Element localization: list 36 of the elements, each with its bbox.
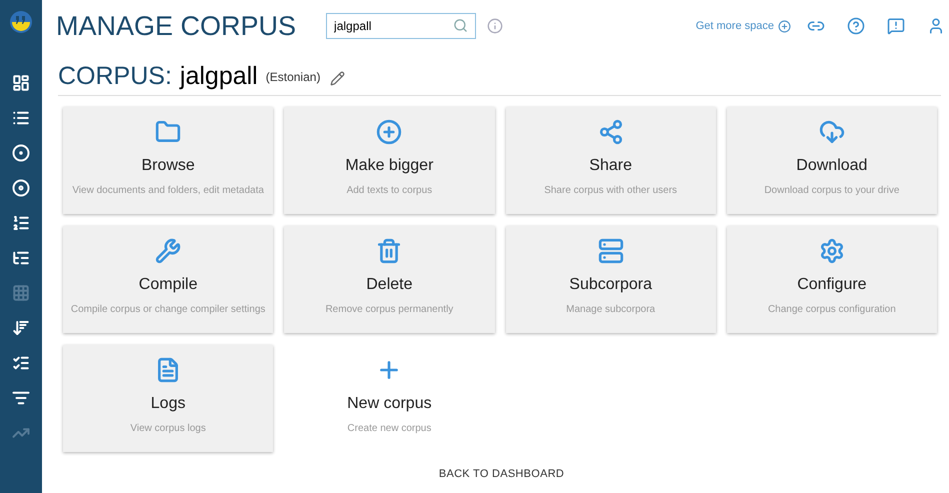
action-card[interactable]: Share Share corpus with other users: [506, 107, 716, 214]
card-description: View corpus logs: [130, 422, 206, 436]
card-description: Remove corpus permanently: [325, 303, 454, 317]
action-card[interactable]: New corpus Create new corpus: [284, 345, 494, 452]
corpus-label: CORPUS:: [58, 64, 172, 89]
card-title: Delete: [366, 275, 412, 295]
action-card[interactable]: Browse View documents and folders, edit metadata: [63, 107, 274, 214]
back-to-dashboard-button[interactable]: BACK TO DASHBOARD: [438, 466, 564, 482]
card-title: Download: [796, 156, 868, 176]
page-title: MANAGE CORPUS: [56, 10, 296, 43]
card-description: Manage subcorpora: [566, 303, 656, 317]
action-card[interactable]: Download Download corpus to your drive: [726, 107, 937, 214]
action-card[interactable]: Logs View corpus logs: [63, 345, 274, 452]
card-title: Logs: [150, 394, 186, 414]
action-card[interactable]: Delete Remove corpus permanently: [284, 226, 494, 333]
corpus-language: (Estonian): [266, 69, 320, 86]
card-description: Add texts to corpus: [346, 184, 432, 198]
corpus-name: jalgpall: [180, 64, 258, 89]
card-title: New corpus: [347, 394, 432, 414]
card-title: Make bigger: [345, 156, 434, 176]
card-description: Download corpus to your drive: [764, 184, 900, 198]
card-title: Share: [589, 156, 632, 176]
card-description: Compile corpus or change compiler settings: [70, 303, 266, 317]
card-title: Browse: [141, 156, 195, 176]
action-card[interactable]: Compile Compile corpus or change compiler settings: [63, 226, 274, 333]
card-title: Subcorpora: [569, 275, 652, 295]
card-title: Compile: [138, 275, 198, 295]
card-description: View documents and folders, edit metadata: [72, 184, 264, 198]
action-card[interactable]: Configure Change corpus configuration: [726, 226, 937, 333]
card-description: Share corpus with other users: [544, 184, 678, 198]
card-description: Create new corpus: [347, 422, 432, 436]
card-description: Change corpus configuration: [768, 303, 896, 317]
card-title: Configure: [797, 275, 867, 295]
action-card[interactable]: Subcorpora Manage subcorpora: [506, 226, 716, 333]
search-field[interactable]: jalgpall: [326, 13, 476, 39]
action-card[interactable]: Make bigger Add texts to corpus: [284, 107, 494, 214]
